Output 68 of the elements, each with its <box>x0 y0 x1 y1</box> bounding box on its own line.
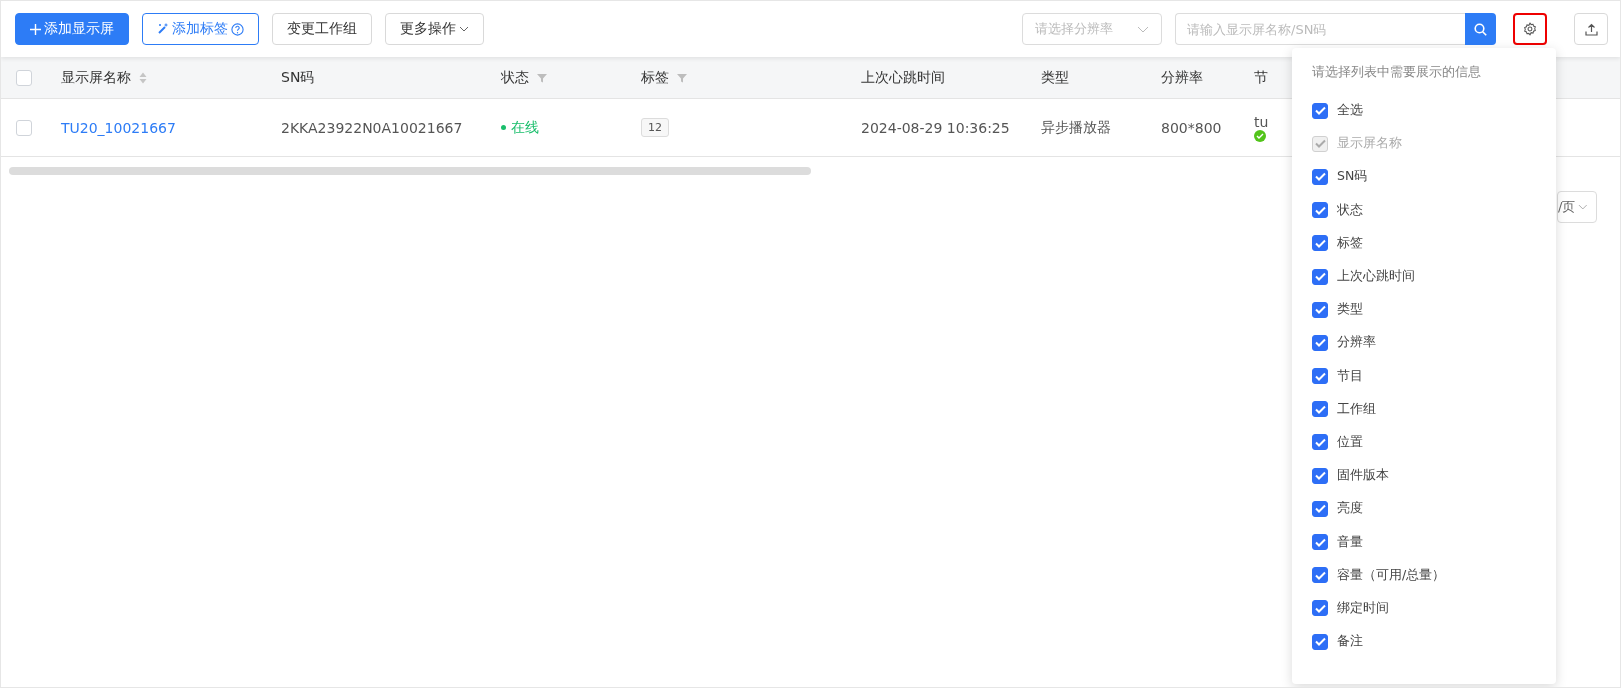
column-option[interactable]: 全选 <box>1312 94 1536 128</box>
checkbox[interactable] <box>1312 567 1328 584</box>
column-option[interactable]: 节目 <box>1312 359 1536 393</box>
column-option[interactable]: 音量 <box>1312 525 1536 559</box>
export-button[interactable] <box>1574 13 1608 45</box>
checkbox[interactable] <box>1312 600 1328 617</box>
column-option[interactable]: 状态 <box>1312 193 1536 227</box>
checkbox[interactable] <box>1312 334 1328 351</box>
chevron-down-icon <box>459 26 469 32</box>
panel-title: 请选择列表中需要展示的信息 <box>1312 64 1482 81</box>
status-text: 在线 <box>501 118 539 137</box>
column-header: SN码 <box>281 68 315 87</box>
toolbar-button[interactable]: 添加标签 <box>142 13 259 45</box>
toolbar-button[interactable]: 添加显示屏 <box>15 13 129 45</box>
column-option[interactable]: 位置 <box>1312 425 1536 460</box>
checkbox[interactable] <box>1312 235 1328 252</box>
checkbox[interactable] <box>1312 467 1328 484</box>
column-header: 上次心跳时间 <box>861 68 945 87</box>
settings-button[interactable] <box>1513 13 1547 45</box>
column-option[interactable]: 固件版本 <box>1312 459 1536 493</box>
column-header: 分辨率 <box>1161 68 1203 87</box>
column-option[interactable]: 工作组 <box>1312 392 1536 426</box>
column-option[interactable]: 绑定时间 <box>1312 591 1536 625</box>
settings-icon <box>1523 22 1537 36</box>
checkbox[interactable] <box>1312 268 1328 285</box>
table-cell: 异步播放器 <box>1041 118 1111 137</box>
display-name-link[interactable]: TU20_10021667 <box>61 119 176 136</box>
column-option[interactable]: 分辨率 <box>1312 326 1536 360</box>
checkbox[interactable] <box>1312 534 1328 551</box>
plus-icon <box>30 23 41 35</box>
column-option[interactable]: SN码 <box>1312 160 1536 194</box>
page-size-select[interactable]: /页 <box>1557 191 1597 223</box>
check-circle-icon <box>1254 129 1266 142</box>
column-option[interactable]: 上次心跳时间 <box>1312 259 1536 294</box>
checkbox[interactable] <box>1312 202 1328 219</box>
column-option[interactable]: 容量（可用/总量） <box>1312 558 1536 592</box>
column-header: 节 <box>1254 68 1268 87</box>
column-header: 显示屏名称 <box>61 68 131 87</box>
checkbox[interactable] <box>1312 168 1328 185</box>
chevron-down-icon <box>1137 25 1149 33</box>
checkbox[interactable] <box>1312 633 1328 650</box>
checkbox[interactable] <box>1312 301 1328 318</box>
column-option[interactable]: 类型 <box>1312 293 1536 327</box>
wand-icon <box>157 23 169 35</box>
search-button[interactable] <box>1465 13 1496 45</box>
column-header: 标签 <box>641 68 669 87</box>
checkbox[interactable] <box>1312 102 1328 119</box>
table-cell: 800*800 <box>1161 119 1222 136</box>
tag-count: 12 <box>641 118 669 137</box>
search-icon <box>1474 22 1487 36</box>
column-option[interactable]: 备注 <box>1312 625 1536 659</box>
column-header: 状态 <box>501 68 529 87</box>
checkbox[interactable] <box>1312 401 1328 418</box>
more-actions-button[interactable]: 更多操作 <box>385 13 484 45</box>
column-option[interactable]: 亮度 <box>1312 492 1536 526</box>
search-field[interactable]: 请输入显示屏名称/SN码 <box>1175 13 1465 45</box>
table-cell: 2KKA23922N0A10021667 <box>281 119 463 136</box>
toolbar-button[interactable]: 变更工作组 <box>272 13 372 45</box>
checkbox[interactable] <box>1312 500 1328 517</box>
table-cell: tu <box>1254 113 1269 130</box>
table-cell: 2024-08-29 10:36:25 <box>861 119 1010 136</box>
chevron-down-icon <box>1578 204 1588 210</box>
upload-icon <box>1584 22 1598 36</box>
status-dot <box>501 125 506 130</box>
column-option[interactable]: 标签 <box>1312 226 1536 260</box>
checkbox[interactable] <box>1312 434 1328 451</box>
checkbox[interactable] <box>1312 368 1328 385</box>
column-header: 类型 <box>1041 68 1069 87</box>
